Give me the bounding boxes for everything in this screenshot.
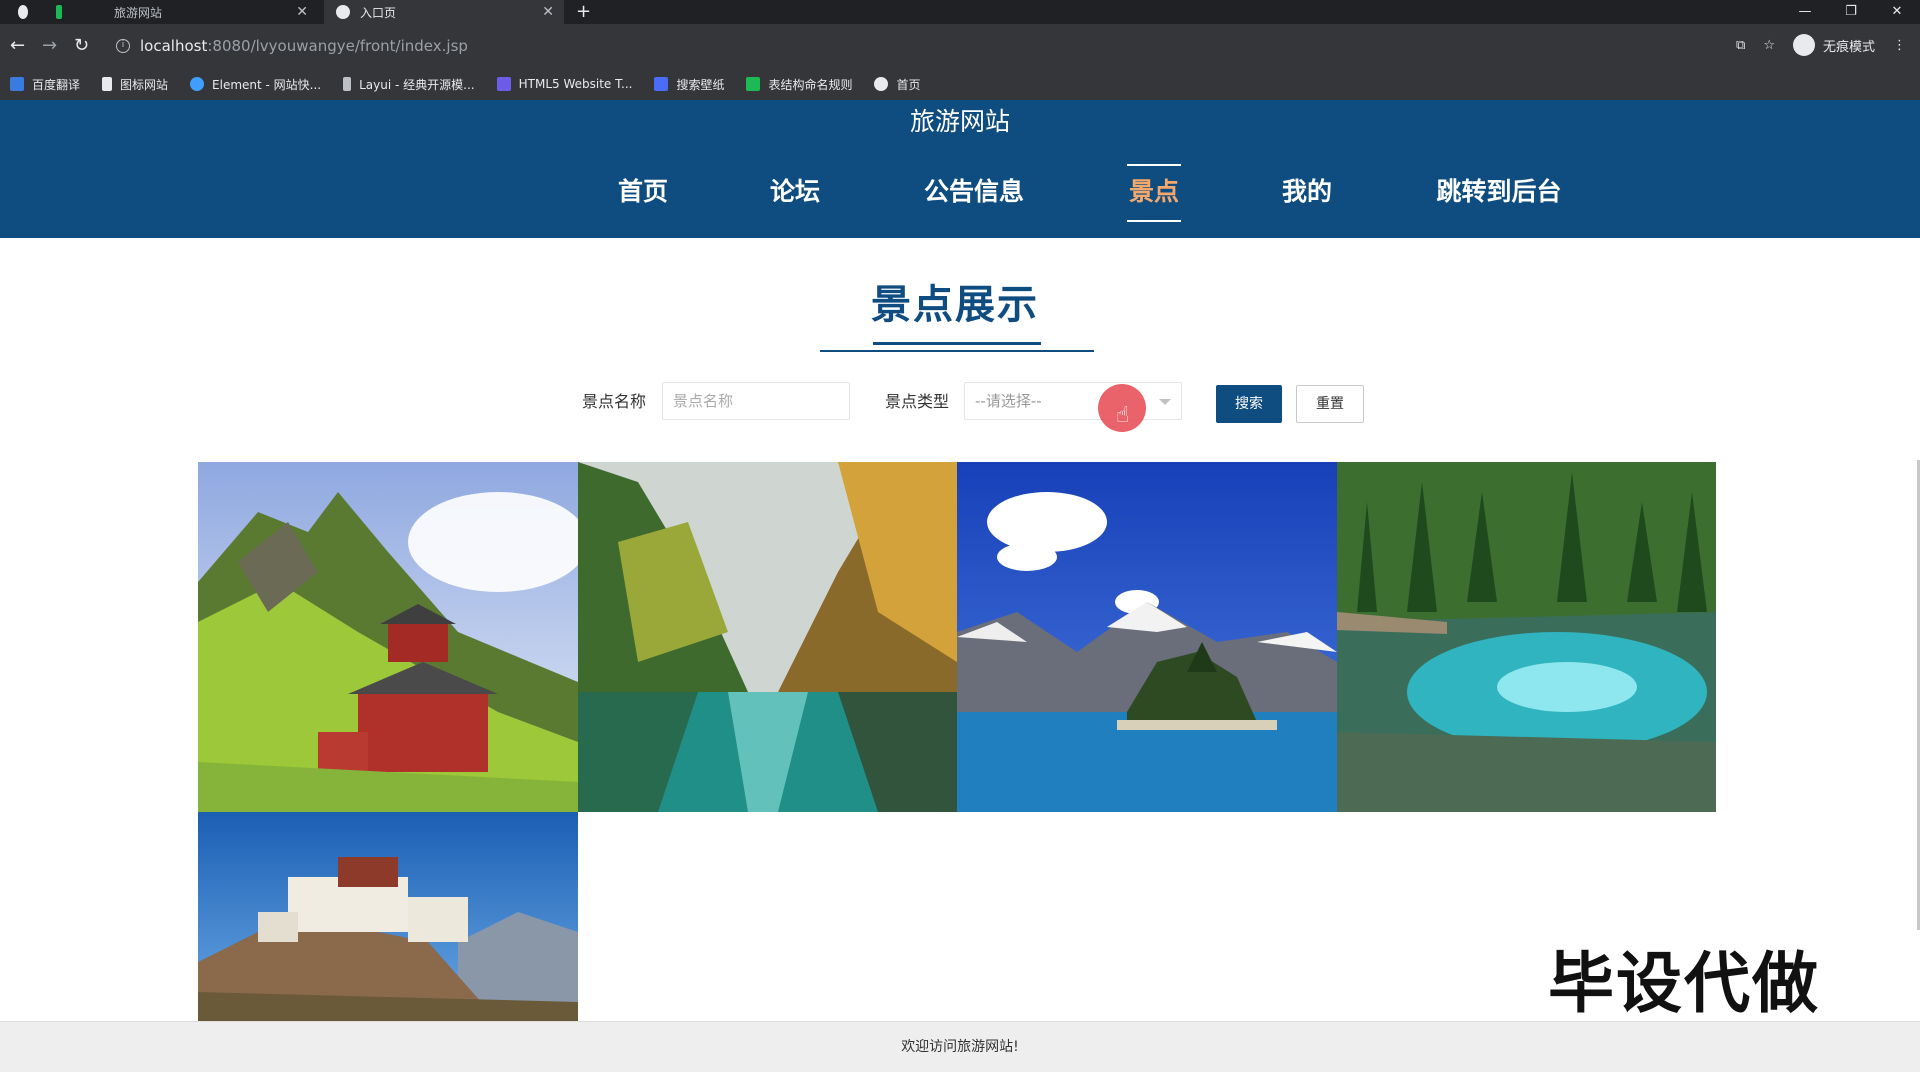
- new-tab-icon[interactable]: +: [576, 0, 591, 24]
- nav-attractions[interactable]: 景点: [1127, 164, 1181, 222]
- tab-label: 入口页: [360, 5, 397, 20]
- bookmark-label: 表结构命名规则: [768, 77, 853, 92]
- browser-tabstrip: 旅游网站 ✕ 入口页 ✕ + — ❐ ✕: [0, 0, 1920, 24]
- attraction-image-forest-pool: [1337, 462, 1716, 812]
- type-select[interactable]: --请选择--: [964, 382, 1182, 420]
- type-label: 景点类型: [885, 392, 950, 411]
- star-icon[interactable]: ☆: [1763, 38, 1775, 53]
- attraction-image-palace: [198, 812, 578, 1021]
- footer-welcome: 欢迎访问旅游网站!: [0, 1021, 1920, 1072]
- search-button[interactable]: 搜索: [1216, 385, 1282, 423]
- nav-home[interactable]: 首页: [612, 162, 674, 222]
- bookmark-item[interactable]: 百度翻译: [10, 76, 80, 93]
- html5-icon: [496, 77, 511, 91]
- incognito-indicator[interactable]: 无痕模式: [1792, 34, 1875, 56]
- tab-travel-site[interactable]: 旅游网站 ✕: [78, 0, 318, 24]
- toolbar-right: ⧉ ☆ 无痕模式 ⋮: [1736, 34, 1906, 56]
- info-icon[interactable]: i: [116, 39, 130, 53]
- bookmark-label: 百度翻译: [32, 77, 81, 92]
- title-underline-long: [820, 350, 1094, 352]
- forward-icon[interactable]: →: [42, 34, 57, 58]
- type-select-value: --请选择--: [975, 392, 1042, 410]
- address-bar[interactable]: i localhost:8080/lvyouwangye/front/index…: [110, 30, 1730, 62]
- tab-entry-page[interactable]: 入口页 ✕: [324, 0, 564, 24]
- close-icon[interactable]: ✕: [542, 4, 554, 20]
- pinned-tab[interactable]: [6, 0, 38, 24]
- bookmark-item[interactable]: 搜索壁纸: [654, 76, 724, 93]
- bookmark-label: Element - 网站快...: [212, 77, 322, 92]
- bookmark-label: Layui - 经典开源模...: [359, 77, 475, 92]
- incognito-icon: [1792, 34, 1815, 56]
- watermark-text: 毕设代做: [1548, 945, 1820, 1022]
- attraction-image-snow-mountain-lake: [957, 462, 1337, 812]
- chevron-down-icon: [1159, 399, 1171, 405]
- bookmark-item[interactable]: 首页: [874, 76, 921, 93]
- attraction-card[interactable]: [1337, 462, 1716, 812]
- bookmark-label: 图标网站: [120, 77, 169, 92]
- tab-label: 旅游网站: [114, 5, 163, 20]
- attraction-card[interactable]: [957, 462, 1337, 812]
- hand-cursor-icon: ☝: [1116, 403, 1130, 428]
- back-icon[interactable]: ←: [10, 34, 25, 58]
- nav-notices[interactable]: 公告信息: [918, 162, 1030, 222]
- wallpaper-icon: [654, 77, 669, 91]
- browser-toolbar: ← → ↻ i localhost:8080/lvyouwangye/front…: [0, 24, 1920, 68]
- reload-icon[interactable]: ↻: [74, 34, 89, 58]
- restore-icon[interactable]: ❐: [1828, 0, 1874, 24]
- reset-button[interactable]: 重置: [1296, 385, 1364, 423]
- name-label: 景点名称: [582, 392, 647, 411]
- title-underline: [873, 342, 1041, 345]
- site-title: 旅游网站: [909, 107, 1010, 136]
- bookmark-label: 搜索壁纸: [676, 77, 725, 92]
- translate-icon[interactable]: ⧉: [1736, 38, 1745, 53]
- site-header: 旅游网站 首页 论坛 公告信息 景点 我的 跳转到后台: [0, 100, 1920, 238]
- bookmark-item[interactable]: HTML5 Website T...: [496, 77, 633, 91]
- sheet-icon: [56, 5, 62, 19]
- name-search-input[interactable]: [662, 382, 850, 420]
- sheet-icon: [746, 77, 761, 91]
- close-window-icon[interactable]: ✕: [1874, 0, 1920, 24]
- page-title: 景点展示: [871, 282, 1039, 328]
- url-path: :8080/lvyouwangye/front/index.jsp: [207, 37, 468, 55]
- url-host: localhost: [140, 37, 208, 55]
- nav-admin[interactable]: 跳转到后台: [1430, 162, 1568, 222]
- bookmark-item[interactable]: Element - 网站快...: [190, 76, 321, 93]
- close-icon[interactable]: ✕: [296, 4, 308, 20]
- pinned-tab-sheet[interactable]: [44, 0, 72, 24]
- attraction-card[interactable]: [198, 812, 578, 1021]
- nav-forum[interactable]: 论坛: [764, 162, 826, 222]
- nav-mine[interactable]: 我的: [1276, 162, 1338, 222]
- attraction-image-lake-valley: [578, 462, 957, 812]
- element-icon: [190, 77, 205, 91]
- incognito-label: 无痕模式: [1822, 39, 1875, 55]
- attraction-card[interactable]: [198, 462, 578, 812]
- window-controls: — ❐ ✕: [1782, 0, 1920, 24]
- globe-icon: [18, 5, 28, 19]
- layui-icon: [343, 77, 352, 91]
- bookmarks-bar: 百度翻译 图标网站 Element - 网站快... Layui - 经典开源模…: [0, 68, 1920, 100]
- bookmark-item[interactable]: 图标网站: [102, 76, 168, 93]
- menu-icon[interactable]: ⋮: [1893, 38, 1906, 53]
- bookmark-label: HTML5 Website T...: [518, 77, 633, 91]
- bookmark-item[interactable]: 表结构命名规则: [746, 76, 852, 93]
- main-nav: 首页 论坛 公告信息 景点 我的 跳转到后台: [0, 162, 1920, 222]
- minimize-icon[interactable]: —: [1782, 0, 1828, 24]
- site-icon: [90, 5, 104, 19]
- bookmark-item[interactable]: Layui - 经典开源模...: [343, 76, 475, 93]
- bookmark-label: 首页: [896, 77, 921, 92]
- globe-icon: [336, 5, 350, 19]
- flag-icon: [102, 77, 113, 91]
- translate-bookmark-icon: [10, 77, 24, 91]
- attraction-card[interactable]: [578, 462, 957, 812]
- attraction-image-temple-mountain: [198, 462, 578, 812]
- globe-icon: [874, 77, 889, 91]
